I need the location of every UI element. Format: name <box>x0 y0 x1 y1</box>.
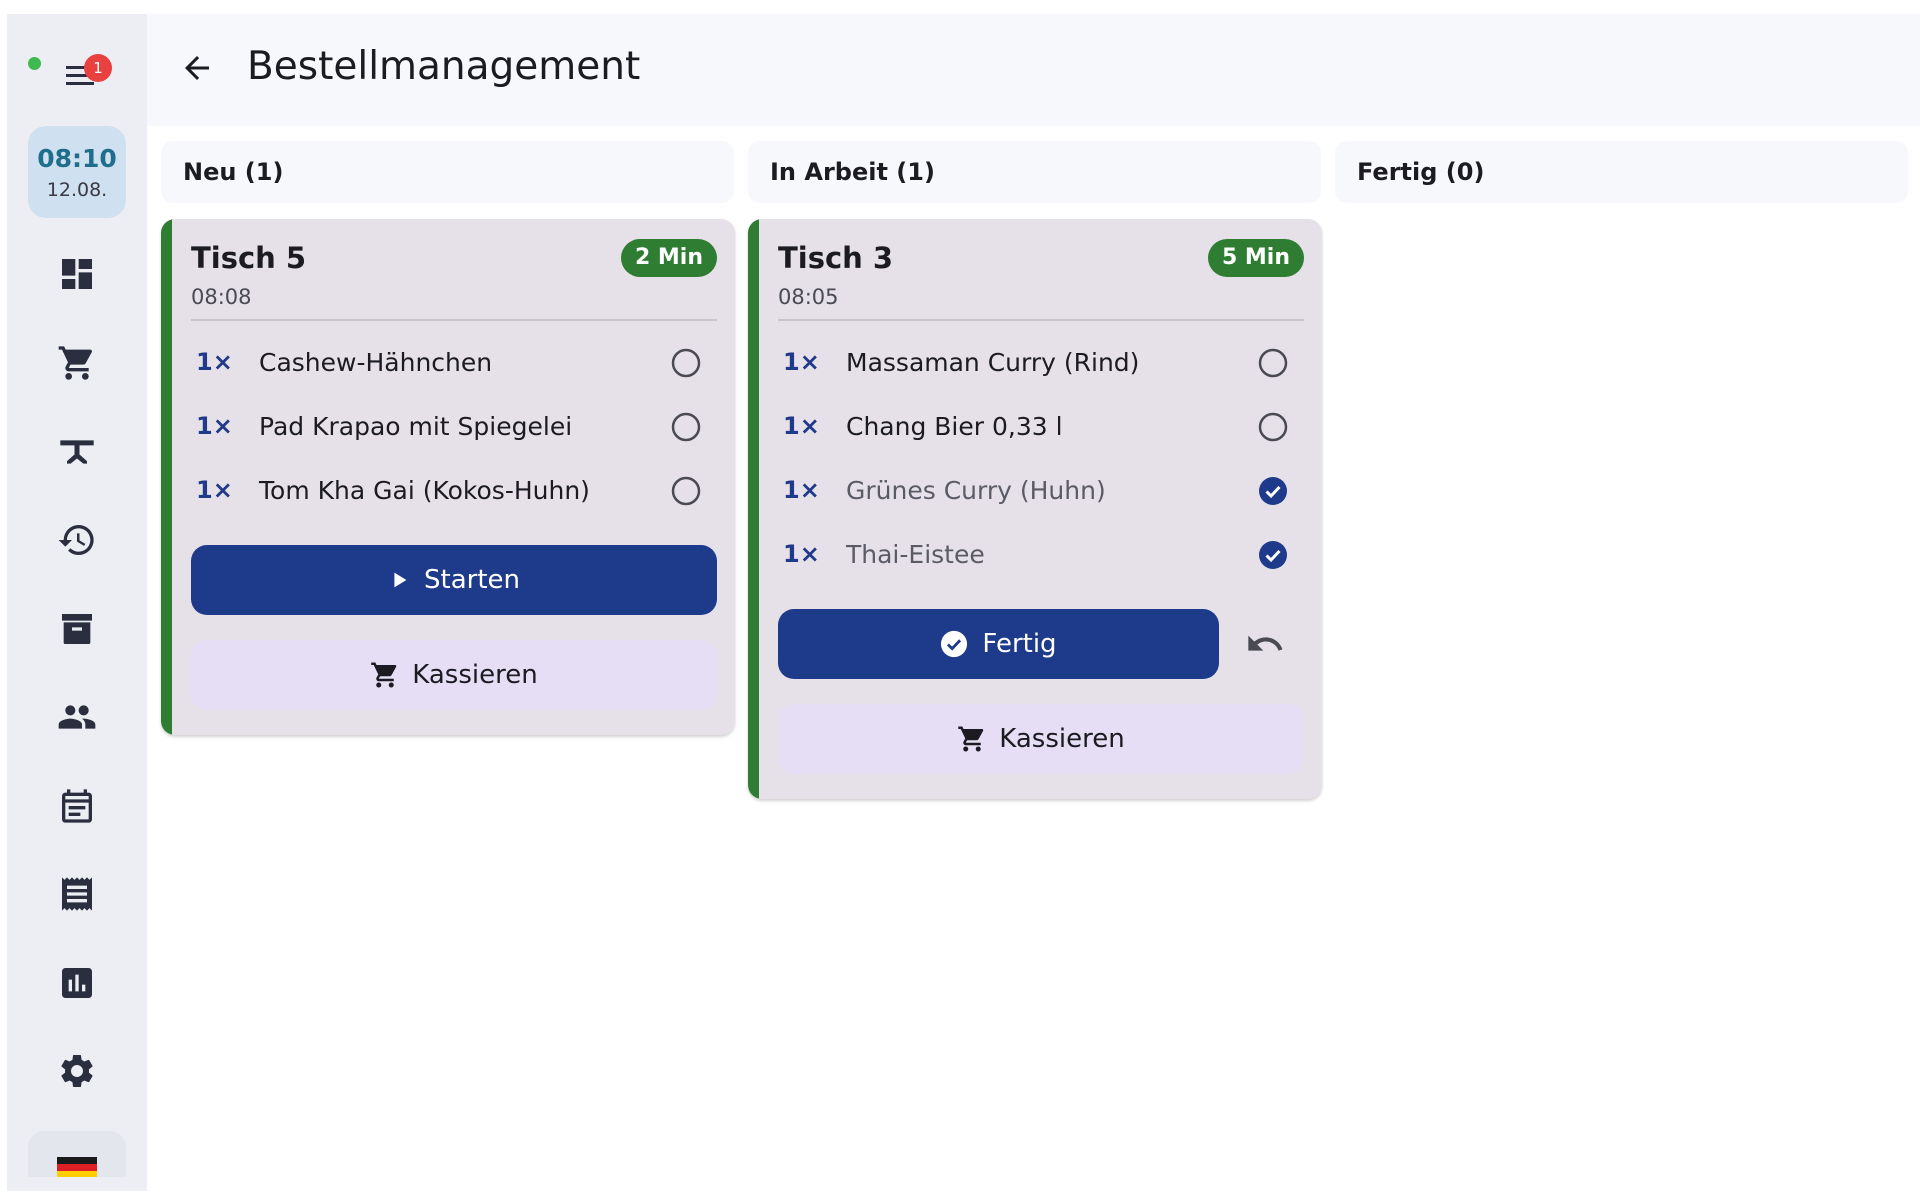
clock-time: 08:10 <box>37 144 117 173</box>
nav-cart[interactable] <box>49 335 105 391</box>
history-icon <box>58 525 94 555</box>
settings-icon <box>61 1055 93 1087</box>
order-item: 1× Massaman Curry (Rind) <box>778 331 1304 395</box>
nav-statistics[interactable] <box>49 955 105 1011</box>
item-name: Grünes Curry (Huhn) <box>846 476 1106 505</box>
order-item: 1× Pad Krapao mit Spiegelei <box>191 395 717 459</box>
german-flag-icon <box>57 1157 97 1177</box>
cart-icon <box>58 346 93 380</box>
archive-icon <box>62 614 92 644</box>
nav-archive[interactable] <box>49 601 105 657</box>
done-button-label: Fertig <box>982 629 1057 659</box>
nav-settings[interactable] <box>49 1043 105 1099</box>
arrow-back-icon <box>185 56 209 80</box>
people-icon <box>58 705 96 729</box>
item-name: Cashew-Hähnchen <box>259 348 493 377</box>
undo-icon <box>1248 635 1283 651</box>
nav-people[interactable] <box>49 689 105 745</box>
online-status-indicator <box>28 57 41 70</box>
checkout-button-label: Kassieren <box>412 660 538 690</box>
order-table: Tisch 5 <box>191 241 307 275</box>
nav-calendar[interactable] <box>49 778 105 834</box>
order-item: 1× Chang Bier 0,33 l <box>778 395 1304 459</box>
checked-circle-icon[interactable] <box>1258 476 1288 506</box>
order-item: 1× Tom Kha Gai (Kokos-Huhn) <box>191 459 717 523</box>
order-time: 08:05 <box>778 285 839 309</box>
receipt-icon <box>62 877 92 911</box>
item-quantity: 1× <box>196 476 233 504</box>
notification-badge: 1 <box>84 54 112 82</box>
done-button[interactable]: Fertig <box>778 609 1219 679</box>
undo-button[interactable] <box>1237 616 1293 672</box>
clock-date: 12.08. <box>46 179 108 201</box>
item-quantity: 1× <box>196 412 233 440</box>
card-divider <box>778 319 1304 321</box>
cart-icon <box>958 726 984 752</box>
checkout-button[interactable]: Kassieren <box>778 704 1304 774</box>
order-time: 08:08 <box>191 285 252 309</box>
item-quantity: 1× <box>783 348 820 376</box>
back-button[interactable] <box>173 44 221 92</box>
nav-tables[interactable] <box>49 424 105 480</box>
order-card: Tisch 5 08:08 2 Min 1× Cashew-Hähnchen 1… <box>161 219 735 735</box>
checkout-button[interactable]: Kassieren <box>191 640 717 710</box>
column-header-done: Fertig (0) <box>1335 141 1908 203</box>
unchecked-circle-icon[interactable] <box>671 412 701 442</box>
order-age-badge: 5 Min <box>1207 239 1304 277</box>
page-title: Bestellmanagement <box>247 44 641 89</box>
order-card: Tisch 3 08:05 5 Min 1× Massaman Curry (R… <box>748 219 1322 799</box>
start-button[interactable]: Starten <box>191 545 717 615</box>
unchecked-circle-icon[interactable] <box>671 476 701 506</box>
checked-circle-icon[interactable] <box>1258 540 1288 570</box>
clock-widget: 08:10 12.08. <box>28 126 126 218</box>
item-name: Tom Kha Gai (Kokos-Huhn) <box>259 476 590 505</box>
nav-dashboard[interactable] <box>49 246 105 302</box>
calendar-icon <box>62 789 92 823</box>
column-header-new: Neu (1) <box>161 141 734 203</box>
column-header-in-progress: In Arbeit (1) <box>748 141 1321 203</box>
language-switcher[interactable] <box>28 1131 126 1177</box>
card-divider <box>191 319 717 321</box>
order-item: 1× Grünes Curry (Huhn) <box>778 459 1304 523</box>
item-quantity: 1× <box>783 540 820 568</box>
cart-icon <box>371 662 397 688</box>
item-name: Thai-Eistee <box>846 540 985 569</box>
item-quantity: 1× <box>783 412 820 440</box>
table-icon <box>60 440 94 464</box>
check-circle-icon <box>941 630 968 658</box>
status-stripe <box>161 219 172 735</box>
item-quantity: 1× <box>783 476 820 504</box>
item-name: Massaman Curry (Rind) <box>846 348 1140 377</box>
nav-history[interactable] <box>49 512 105 568</box>
start-button-label: Starten <box>424 565 520 595</box>
unchecked-circle-icon[interactable] <box>671 348 701 378</box>
checkout-button-label: Kassieren <box>999 724 1125 754</box>
chart-icon <box>62 968 92 998</box>
nav-receipts[interactable] <box>49 866 105 922</box>
item-name: Chang Bier 0,33 l <box>846 412 1063 441</box>
dashboard-icon <box>62 259 92 289</box>
unchecked-circle-icon[interactable] <box>1258 412 1288 442</box>
item-quantity: 1× <box>196 348 233 376</box>
item-name: Pad Krapao mit Spiegelei <box>259 412 573 441</box>
unchecked-circle-icon[interactable] <box>1258 348 1288 378</box>
order-item: 1× Cashew-Hähnchen <box>191 331 717 395</box>
order-table: Tisch 3 <box>778 241 894 275</box>
order-age-badge: 2 Min <box>620 239 717 277</box>
status-stripe <box>748 219 759 799</box>
play-icon <box>394 572 407 588</box>
order-item: 1× Thai-Eistee <box>778 523 1304 587</box>
top-bar: Bestellmanagement <box>147 14 1920 126</box>
